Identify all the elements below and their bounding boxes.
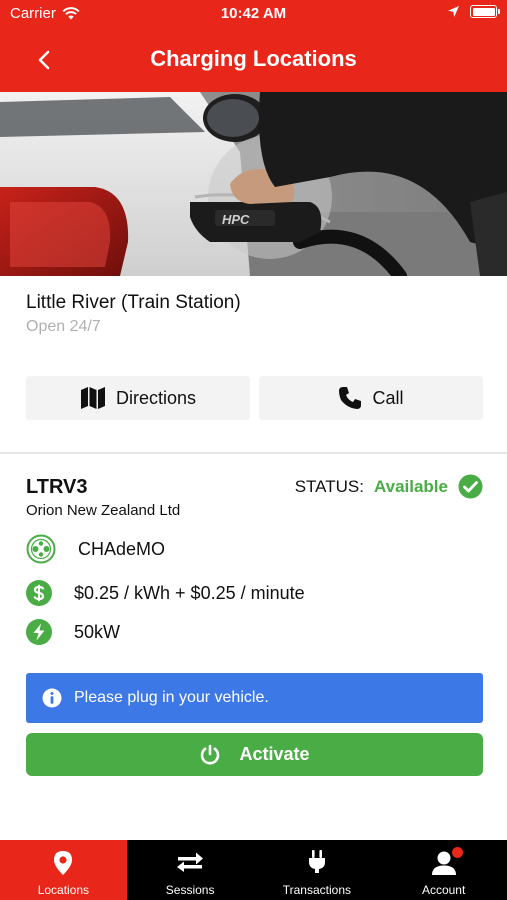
dollar-icon: [26, 580, 52, 606]
activate-label: Activate: [239, 744, 310, 764]
phone-icon: [339, 387, 362, 409]
check-circle-icon: [458, 474, 483, 499]
section-divider: [0, 452, 507, 454]
ev-charger-photo: HPC: [0, 92, 507, 276]
swap-arrows-icon: [177, 852, 204, 872]
status-label: STATUS:: [294, 476, 364, 496]
price-label: $0.25 / kWh + $0.25 / minute: [74, 582, 305, 603]
tab-transactions[interactable]: Transactions: [254, 840, 381, 900]
status-value: Available: [373, 476, 448, 496]
tab-sessions-label: Sessions: [165, 883, 215, 897]
status-right-icons: [447, 5, 500, 18]
chademo-connector-icon: [26, 534, 56, 564]
location-hero-image: HPC: [0, 92, 507, 276]
call-label: Call: [372, 387, 404, 408]
directions-button[interactable]: Directions: [26, 376, 250, 420]
connector-row: CHAdeMO: [26, 534, 165, 564]
info-banner-text: Please plug in your vehicle.: [74, 689, 269, 706]
nav-bar: Charging Locations: [0, 28, 507, 92]
price-row: $0.25 / kWh + $0.25 / minute: [26, 580, 305, 606]
hero-badge-text: HPC: [222, 212, 250, 227]
power-row: 50kW: [26, 619, 120, 645]
status-time: 10:42 AM: [220, 5, 287, 22]
location-hours: Open 24/7: [26, 318, 101, 335]
plug-icon: [308, 850, 325, 873]
tab-sessions[interactable]: Sessions: [127, 840, 254, 900]
tab-account-label: Account: [421, 883, 466, 897]
battery-icon: [470, 5, 500, 18]
call-button[interactable]: Call: [259, 376, 483, 420]
info-banner: Please plug in your vehicle.: [26, 673, 483, 723]
status-bar: Carrier 10:42 AM: [0, 0, 507, 28]
location-arrow-icon: [448, 6, 459, 17]
tab-account[interactable]: Account: [380, 840, 507, 900]
station-status: STATUS: Available: [295, 474, 483, 499]
tab-locations-label: Locations: [37, 883, 90, 897]
station-id: LTRV3: [26, 476, 88, 498]
tab-locations[interactable]: Locations: [0, 840, 127, 900]
map-pin-icon: [54, 851, 73, 875]
tab-transactions-label: Transactions: [282, 883, 351, 897]
map-icon: [80, 387, 105, 409]
activate-button[interactable]: Activate: [26, 733, 483, 776]
power-label: 50kW: [74, 621, 121, 642]
tab-bar: Locations Sessions Transactions Account: [0, 840, 507, 900]
connector-label: CHAdeMO: [78, 538, 166, 559]
station-operator: Orion New Zealand Ltd: [26, 502, 181, 519]
info-icon: [42, 688, 62, 708]
power-icon: [201, 744, 220, 764]
location-name: Little River (Train Station): [26, 292, 241, 313]
directions-label: Directions: [115, 387, 197, 408]
page-title: Charging Locations: [150, 46, 357, 71]
lightning-icon: [26, 619, 52, 645]
